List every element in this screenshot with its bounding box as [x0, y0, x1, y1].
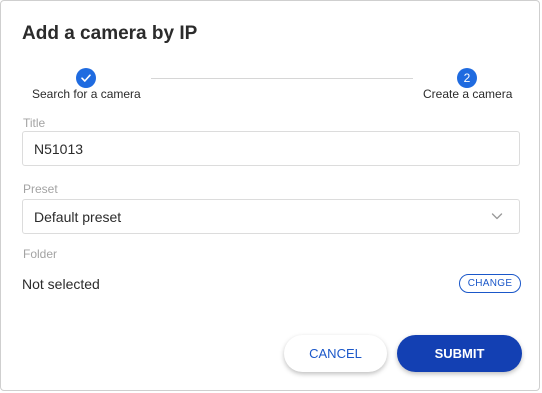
cancel-button[interactable]: CANCEL	[284, 335, 387, 372]
title-field	[22, 131, 520, 166]
step-2-label: Create a camera	[423, 87, 513, 101]
step-1-indicator	[76, 68, 96, 88]
change-folder-button[interactable]: CHANGE	[459, 274, 521, 293]
dialog-title: Add a camera by IP	[22, 23, 198, 44]
title-input[interactable]	[34, 132, 504, 165]
step-2-indicator: 2	[457, 68, 477, 88]
preset-selected-value: Default preset	[34, 209, 122, 225]
folder-field-label: Folder	[23, 247, 58, 261]
preset-select[interactable]: Default preset	[22, 199, 520, 234]
title-field-label: Title	[23, 116, 46, 130]
chevron-down-icon	[491, 213, 503, 220]
preset-field-label: Preset	[23, 182, 58, 196]
stepper-connector	[151, 78, 413, 79]
step-1-label: Search for a camera	[32, 87, 141, 101]
add-camera-dialog: Add a camera by IP Search for a camera 2…	[0, 0, 540, 391]
submit-button[interactable]: SUBMIT	[397, 335, 522, 372]
check-icon	[81, 74, 91, 82]
folder-value: Not selected	[22, 276, 100, 292]
